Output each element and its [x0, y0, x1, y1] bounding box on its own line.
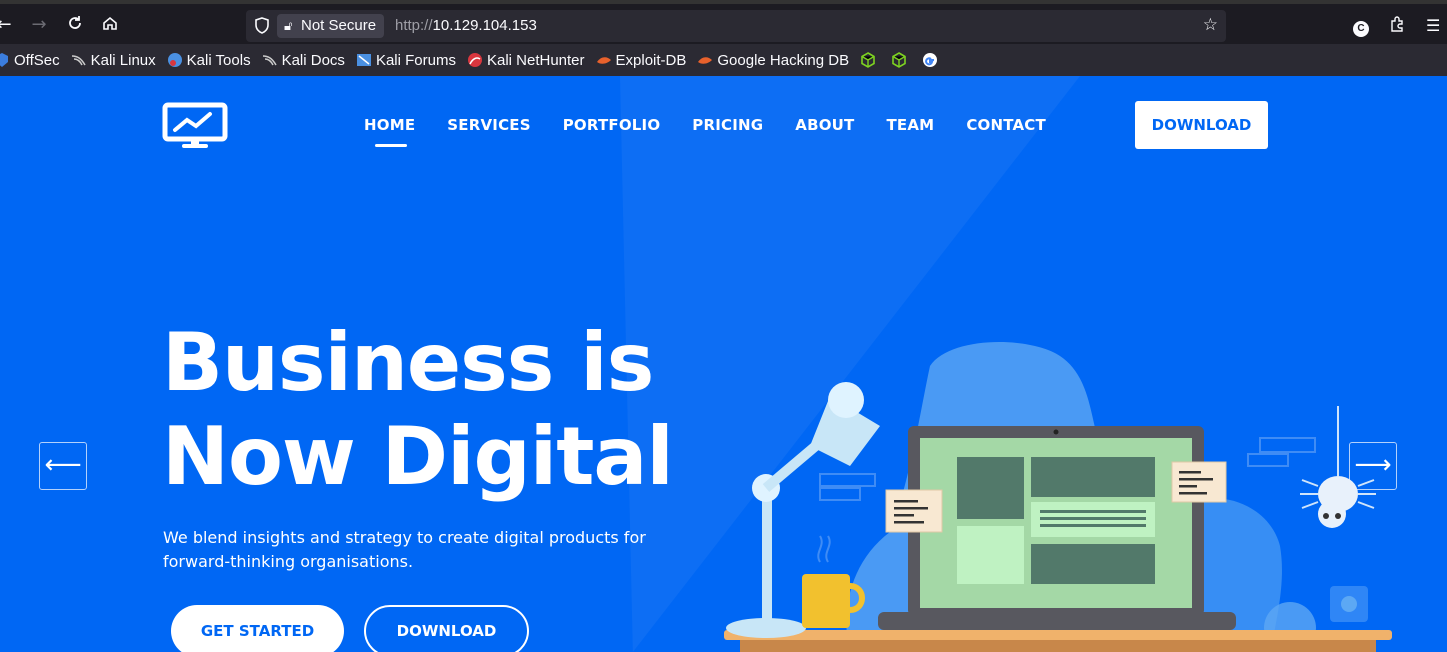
bookmark-star-icon[interactable]: ☆ — [1203, 15, 1218, 35]
kali-dragon-icon — [71, 52, 87, 68]
hero-title: Business is Now Digital — [162, 316, 722, 504]
bookmark-label: Exploit-DB — [615, 51, 687, 69]
bookmark-cube-2[interactable] — [891, 52, 911, 68]
nethunter-icon — [467, 52, 483, 68]
nav-home[interactable]: HOME — [364, 116, 415, 147]
url-protocol: http:// — [395, 17, 433, 34]
bookmark-label: Kali Docs — [281, 51, 345, 69]
ghdb-icon — [697, 52, 713, 68]
tracking-shield-icon[interactable] — [254, 17, 270, 35]
bookmark-exploit-db[interactable]: Exploit-DB — [596, 51, 687, 69]
bookmark-label: Kali NetHunter — [486, 51, 585, 69]
bookmark-ghdb[interactable]: Google Hacking DB — [697, 52, 849, 69]
main-nav: HOME SERVICES PORTFOLIO PRICING ABOUT TE… — [364, 116, 1078, 147]
header-download-button[interactable]: DOWNLOAD — [1135, 101, 1268, 149]
cube-icon — [860, 52, 876, 68]
not-secure-label: Not Secure — [301, 17, 377, 34]
hero-illustration — [724, 342, 1392, 652]
kali-tools-icon — [167, 52, 183, 68]
nav-services[interactable]: SERVICES — [447, 116, 530, 134]
hero-title-line1: Business is — [162, 316, 654, 409]
kali-dragon-icon — [262, 52, 278, 68]
url-text[interactable]: http://10.129.104.153 — [395, 15, 537, 37]
back-icon[interactable]: ← — [0, 14, 16, 36]
reload-icon[interactable] — [63, 14, 87, 36]
bookmark-kali-nethunter[interactable]: Kali NetHunter — [467, 52, 585, 69]
not-secure-badge[interactable]: 🔓︎ Not Secure — [277, 14, 385, 38]
profile-avatar[interactable]: C — [1353, 21, 1369, 37]
bookmark-label: Kali Linux — [90, 51, 156, 69]
bookmark-kali-linux[interactable]: Kali Linux — [71, 52, 156, 69]
bookmark-label: Kali Forums — [375, 51, 456, 69]
bookmark-google[interactable] — [922, 52, 942, 68]
kali-forums-icon — [356, 52, 372, 68]
cube-icon — [891, 52, 907, 68]
nav-contact[interactable]: CONTACT — [966, 116, 1046, 134]
nav-portfolio[interactable]: PORTFOLIO — [563, 116, 661, 134]
hero-download-button[interactable]: DOWNLOAD — [364, 605, 529, 652]
get-started-button[interactable]: GET STARTED — [171, 605, 344, 652]
bookmark-kali-docs[interactable]: Kali Docs — [262, 52, 345, 69]
forward-icon[interactable]: → — [27, 14, 51, 36]
hero-title-line2: Now Digital — [162, 410, 674, 503]
hero-subtitle: We blend insights and strategy to create… — [163, 528, 646, 571]
bookmark-label: Kali Tools — [186, 51, 251, 69]
exploitdb-icon — [596, 52, 612, 68]
nav-about[interactable]: ABOUT — [795, 116, 854, 134]
url-bar[interactable]: 🔓︎ Not Secure http://10.129.104.153 ☆ — [246, 10, 1226, 42]
nav-team[interactable]: TEAM — [886, 116, 934, 134]
browser-toolbar: ← → 🔓︎ Not Secure http://10.129.104.153 … — [0, 0, 1447, 44]
insecure-lock-icon: 🔓︎ — [284, 18, 293, 33]
extensions-icon[interactable] — [1389, 16, 1405, 36]
bookmark-cube-1[interactable] — [860, 52, 880, 68]
site-logo-icon[interactable] — [162, 102, 228, 150]
menu-icon[interactable]: ☰ — [1426, 16, 1440, 35]
website-viewport: HOME SERVICES PORTFOLIO PRICING ABOUT TE… — [0, 76, 1447, 652]
offsec-icon — [0, 52, 10, 68]
home-icon[interactable] — [98, 14, 122, 36]
bookmark-label: OffSec — [14, 51, 60, 69]
bookmark-offsec[interactable]: OffSec — [0, 52, 60, 69]
bookmark-kali-tools[interactable]: Kali Tools — [167, 52, 251, 69]
bookmark-kali-forums[interactable]: Kali Forums — [356, 52, 456, 69]
bookmark-label: Google Hacking DB — [717, 51, 850, 69]
nav-pricing[interactable]: PRICING — [692, 116, 763, 134]
google-icon — [922, 52, 938, 68]
slider-prev-arrow-icon[interactable]: ⟵ — [39, 442, 87, 490]
url-host: 10.129.104.153 — [432, 17, 537, 34]
bookmarks-bar: OffSec Kali Linux Kali Tools Kali Docs K… — [0, 44, 1447, 76]
